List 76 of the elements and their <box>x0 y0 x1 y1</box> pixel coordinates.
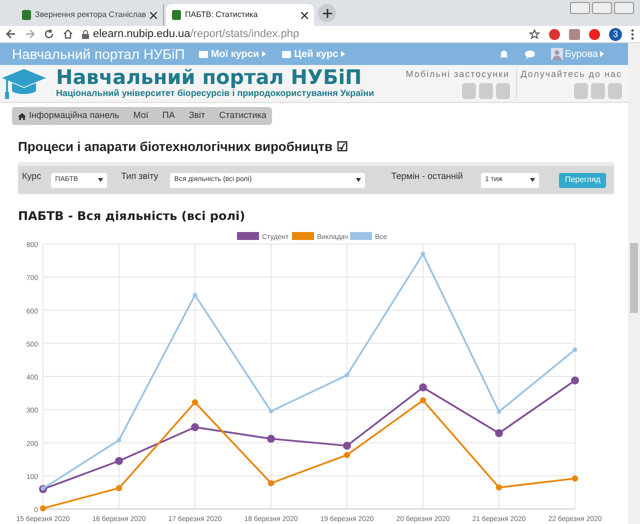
extension-icon[interactable] <box>589 28 600 40</box>
point <box>495 429 503 438</box>
chat-icon[interactable] <box>524 50 535 58</box>
bell-icon[interactable] <box>498 49 509 59</box>
point <box>420 397 426 404</box>
lock-icon <box>82 30 89 38</box>
point <box>267 434 275 443</box>
close-icon[interactable] <box>614 2 634 14</box>
menu-icon[interactable] <box>631 28 634 40</box>
point <box>115 456 123 465</box>
field-label: Тип звіту <box>121 170 158 184</box>
site-subtitle: Національний університет біоресурсів і природокористування України <box>56 88 374 100</box>
course-title: Процеси і апарати біотехнологічних виробництв <box>18 138 333 156</box>
report-title: ПАБТВ - Вся діяльність (всі ролі) <box>18 208 246 225</box>
point <box>496 484 502 491</box>
point <box>496 409 502 414</box>
point <box>343 442 351 450</box>
avatar-icon <box>550 48 563 60</box>
breadcrumb-link[interactable]: Мої <box>133 109 148 123</box>
legend-swatch <box>237 232 259 240</box>
home-icon[interactable] <box>63 29 73 39</box>
favicon-icon <box>22 10 31 20</box>
point <box>572 475 578 482</box>
point <box>344 372 350 378</box>
profile-avatar[interactable]: 3 <box>609 28 622 40</box>
close-tab-icon[interactable] <box>150 12 158 18</box>
new-tab-button[interactable] <box>318 4 336 22</box>
scrollbar[interactable] <box>628 43 640 524</box>
star-icon[interactable] <box>529 28 540 40</box>
forward-icon[interactable] <box>25 29 35 39</box>
extension-icon[interactable] <box>569 28 580 40</box>
point <box>40 505 46 512</box>
caret-icon <box>600 51 604 57</box>
point <box>571 376 579 384</box>
point <box>116 438 122 442</box>
breadcrumb-link[interactable]: Звіт <box>188 109 206 123</box>
dropdown-icon <box>98 178 104 182</box>
breadcrumb-link[interactable]: Інформаційна панель <box>18 109 120 123</box>
point <box>192 399 198 406</box>
legend-swatch <box>350 232 372 240</box>
field-label: Курс <box>22 170 42 184</box>
point <box>344 452 350 458</box>
folder-icon <box>282 50 292 58</box>
point <box>268 409 274 414</box>
checkbox-mark: ☑ <box>336 138 349 156</box>
minimize-icon[interactable] <box>570 2 590 14</box>
mobile-apps-label: Мобільні застосунки <box>406 68 510 81</box>
back-icon[interactable] <box>6 29 16 39</box>
point <box>191 423 199 432</box>
point <box>572 347 578 352</box>
caret-icon <box>262 51 266 57</box>
favicon-icon <box>172 10 181 20</box>
point <box>268 480 274 486</box>
breadcrumb-link[interactable]: ПА <box>162 109 175 123</box>
close-tab-icon[interactable] <box>301 12 308 18</box>
plus-icon <box>322 8 332 18</box>
extension-icon[interactable] <box>549 28 560 40</box>
dropdown-icon <box>530 178 535 182</box>
point <box>192 292 198 298</box>
maximize-icon[interactable] <box>592 2 612 14</box>
site-title: Навчальний портал НУБіП <box>56 66 363 87</box>
folder-icon <box>198 50 208 58</box>
social-label: Долучайтесь до нас <box>520 68 622 81</box>
breadcrumb-link[interactable]: Статистика <box>219 109 266 123</box>
browser-tab[interactable]: ПАБТВ: Статистика <box>166 4 314 26</box>
point <box>419 383 427 392</box>
graduation-cap-icon <box>2 66 46 100</box>
dropdown-icon <box>356 178 362 182</box>
address-bar[interactable]: elearn.nubip.edu.ua/report/stats/index.php <box>82 26 300 42</box>
point <box>116 485 122 492</box>
caret-icon <box>341 51 346 57</box>
point <box>420 252 426 256</box>
legend-swatch <box>292 232 314 240</box>
reload-icon[interactable] <box>44 29 54 39</box>
home-icon <box>18 112 26 120</box>
field-label: Термін - останній <box>391 170 463 184</box>
